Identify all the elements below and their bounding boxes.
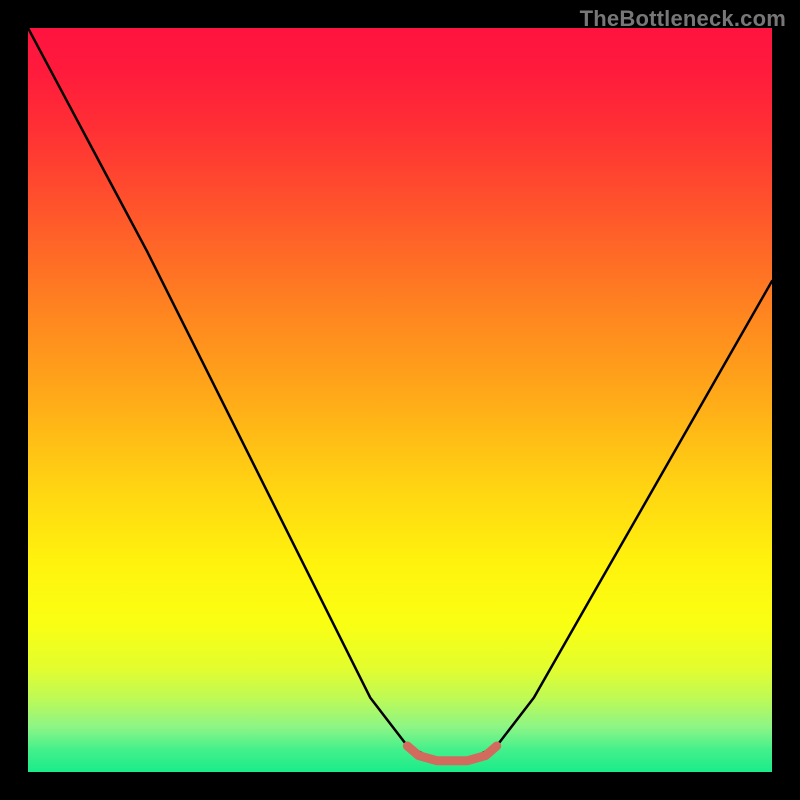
curve-layer (28, 28, 772, 772)
plot-area (28, 28, 772, 772)
highlight-segment (407, 746, 496, 761)
watermark-text: TheBottleneck.com (580, 6, 786, 32)
chart-frame: TheBottleneck.com (0, 0, 800, 800)
bottleneck-curve (28, 28, 772, 761)
